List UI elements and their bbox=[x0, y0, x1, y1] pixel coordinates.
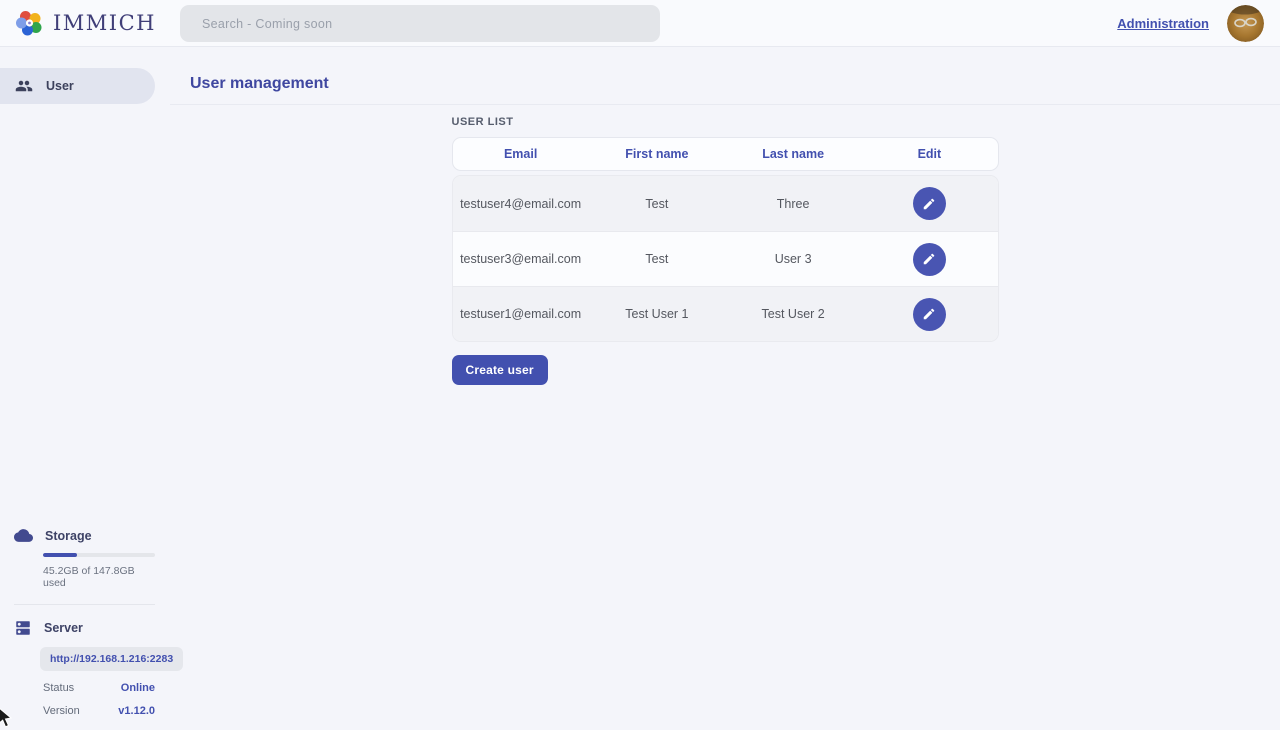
column-header-edit: Edit bbox=[861, 147, 997, 161]
pencil-icon bbox=[922, 307, 936, 321]
cell-email: testuser3@email.com bbox=[453, 252, 589, 266]
search-input[interactable] bbox=[180, 5, 660, 42]
storage-title: Storage bbox=[45, 529, 92, 543]
server-widget: Server http://192.168.1.216:2283 Status … bbox=[14, 619, 155, 717]
edit-user-button[interactable] bbox=[913, 187, 946, 220]
server-version-value: v1.12.0 bbox=[118, 705, 155, 717]
sidebar-item-label: User bbox=[46, 79, 74, 93]
column-header-first-name: First name bbox=[589, 147, 725, 161]
top-navbar: IMMICH Administration bbox=[0, 0, 1280, 47]
users-icon bbox=[15, 77, 33, 95]
cell-last-name: Three bbox=[725, 197, 861, 211]
server-icon bbox=[14, 619, 32, 637]
column-header-email: Email bbox=[453, 147, 589, 161]
cell-email: testuser1@email.com bbox=[453, 307, 589, 321]
admin-sidebar: User Storage 45.2GB of 147.8GB used bbox=[0, 47, 170, 730]
storage-usage-text: 45.2GB of 147.8GB used bbox=[43, 565, 155, 589]
storage-progress-bar bbox=[43, 553, 155, 557]
pencil-icon bbox=[922, 252, 936, 266]
page-header: User management bbox=[170, 47, 1280, 105]
main-content: User management USER LIST Email First na… bbox=[170, 47, 1280, 730]
page-title: User management bbox=[190, 75, 329, 92]
storage-progress-fill bbox=[43, 553, 77, 557]
user-list-heading: USER LIST bbox=[452, 116, 999, 128]
administration-link[interactable]: Administration bbox=[1117, 16, 1209, 31]
cell-first-name: Test User 1 bbox=[589, 307, 725, 321]
sidebar-item-user[interactable]: User bbox=[0, 68, 155, 104]
edit-user-button[interactable] bbox=[913, 243, 946, 276]
user-table-header: Email First name Last name Edit bbox=[452, 137, 999, 171]
pencil-icon bbox=[922, 197, 936, 211]
server-status-value: Online bbox=[121, 682, 155, 694]
sidebar-divider bbox=[14, 604, 155, 605]
table-row: testuser4@email.com Test Three bbox=[453, 176, 998, 231]
immich-flower-icon bbox=[16, 9, 44, 37]
cell-first-name: Test bbox=[589, 252, 725, 266]
server-url-badge: http://192.168.1.216:2283 bbox=[40, 647, 183, 671]
server-status-label: Status bbox=[43, 682, 74, 694]
immich-logo[interactable]: IMMICH bbox=[16, 9, 156, 37]
edit-user-button[interactable] bbox=[913, 298, 946, 331]
sidebar-footer: Storage 45.2GB of 147.8GB used Server bbox=[14, 526, 155, 717]
cell-email: testuser4@email.com bbox=[453, 197, 589, 211]
table-row: testuser3@email.com Test User 3 bbox=[453, 231, 998, 286]
user-avatar[interactable] bbox=[1227, 5, 1264, 42]
storage-widget: Storage 45.2GB of 147.8GB used bbox=[14, 526, 155, 589]
server-title: Server bbox=[44, 621, 83, 635]
user-table: testuser4@email.com Test Three testuser3… bbox=[452, 175, 999, 342]
create-user-button[interactable]: Create user bbox=[452, 355, 548, 385]
table-row: testuser1@email.com Test User 1 Test Use… bbox=[453, 286, 998, 341]
cloud-icon bbox=[14, 526, 33, 545]
server-version-label: Version bbox=[43, 705, 80, 717]
brand-wordmark: IMMICH bbox=[53, 11, 156, 35]
cell-first-name: Test bbox=[589, 197, 725, 211]
cell-last-name: User 3 bbox=[725, 252, 861, 266]
cell-last-name: Test User 2 bbox=[725, 307, 861, 321]
column-header-last-name: Last name bbox=[725, 147, 861, 161]
